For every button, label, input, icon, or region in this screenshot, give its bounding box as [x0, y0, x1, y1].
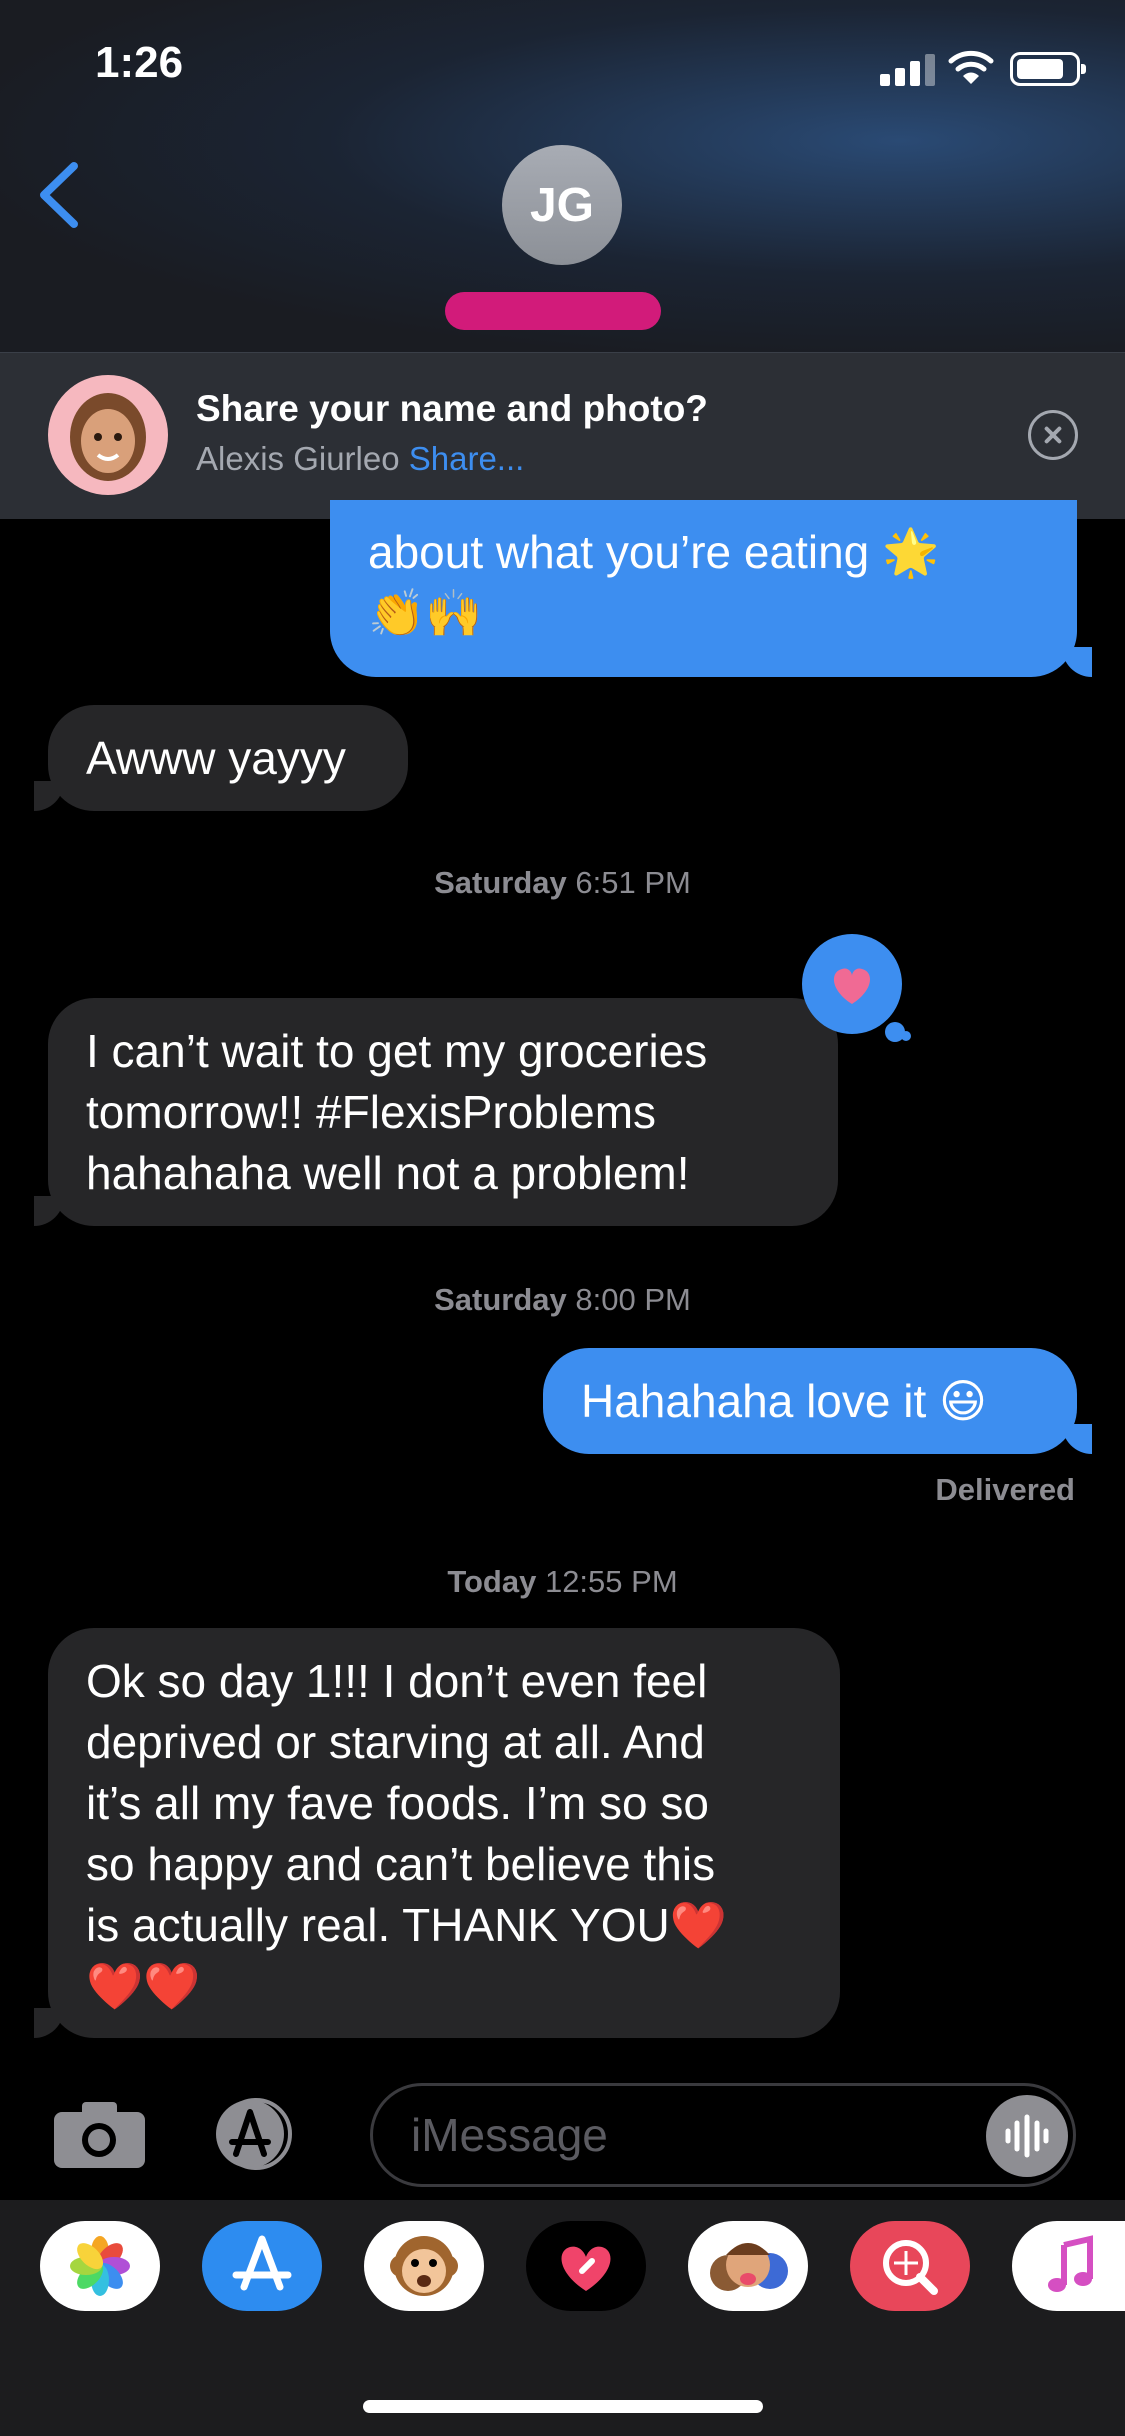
audio-record-icon[interactable]: [986, 2095, 1068, 2177]
camera-icon[interactable]: [52, 2100, 147, 2170]
delivered-status: Delivered: [935, 1472, 1075, 1507]
animoji-icon[interactable]: [364, 2221, 484, 2311]
contact-avatar[interactable]: JG: [502, 145, 622, 265]
message-text: Awww yayyy: [86, 732, 346, 784]
share-banner-name: Alexis Giurleo: [196, 440, 400, 477]
message-outgoing[interactable]: Hahahaha love it 😃: [543, 1348, 1077, 1454]
music-app-icon[interactable]: [1012, 2221, 1125, 2311]
message-text: it’s all my fave foods. I’m so so: [86, 1777, 709, 1829]
message-text: I can’t wait to get my groceries: [86, 1025, 708, 1077]
battery-icon: [1010, 52, 1086, 86]
message-outgoing[interactable]: about what you’re eating 🌟 👏🙌: [330, 500, 1077, 677]
bubble-tail: [1062, 647, 1092, 677]
photos-app-icon[interactable]: [40, 2221, 160, 2311]
bubble-tail: [34, 781, 64, 811]
back-chevron-icon[interactable]: [30, 160, 90, 230]
images-search-icon[interactable]: [850, 2221, 970, 2311]
share-banner-subtitle: Alexis Giurleo Share...: [196, 440, 524, 478]
bubble-tail: [34, 1196, 64, 1226]
share-name-banner[interactable]: [0, 352, 1125, 519]
message-text: so happy and can’t believe this: [86, 1838, 716, 1890]
message-incoming[interactable]: Awww yayyy: [48, 705, 408, 811]
memoji-stickers-icon[interactable]: [688, 2221, 808, 2311]
message-text: ❤️❤️: [86, 1960, 201, 2012]
digital-touch-icon[interactable]: [526, 2221, 646, 2311]
message-incoming[interactable]: Ok so day 1!!! I don’t even feel deprive…: [48, 1628, 840, 2038]
memoji-avatar: [48, 375, 168, 495]
redacted-contact-name[interactable]: [445, 292, 661, 330]
app-store-button-icon[interactable]: [210, 2098, 300, 2170]
close-icon[interactable]: [1028, 410, 1078, 460]
message-incoming[interactable]: I can’t wait to get my groceries tomorro…: [48, 998, 838, 1226]
wifi-icon: [948, 50, 994, 84]
status-time: 1:26: [95, 38, 184, 87]
bubble-tail: [1062, 1424, 1092, 1454]
message-text: deprived or starving at all. And: [86, 1716, 705, 1768]
app-store-icon[interactable]: [202, 2221, 322, 2311]
message-text: is actually real. THANK YOU❤️: [86, 1899, 727, 1951]
share-banner-title: Share your name and photo?: [196, 388, 708, 429]
message-text: 👏🙌: [368, 587, 483, 639]
message-text: Hahahaha love it 😃: [581, 1375, 987, 1427]
timestamp: Saturday 6:51 PM: [434, 865, 691, 900]
timestamp: Saturday 8:00 PM: [434, 1282, 691, 1317]
message-text: hahahaha well not a problem!: [86, 1147, 690, 1199]
heart-tapback-icon[interactable]: [800, 932, 920, 1052]
message-input[interactable]: iMessage: [370, 2083, 1076, 2187]
home-indicator[interactable]: [363, 2400, 763, 2413]
signal-icon: [880, 52, 936, 86]
bubble-tail: [34, 2008, 64, 2038]
message-text: tomorrow!! #FlexisProblems: [86, 1086, 657, 1138]
share-link[interactable]: Share...: [409, 440, 525, 477]
timestamp: Today 12:55 PM: [447, 1564, 678, 1599]
message-text: Ok so day 1!!! I don’t even feel: [86, 1655, 708, 1707]
message-text: about what you’re eating 🌟: [368, 526, 940, 578]
